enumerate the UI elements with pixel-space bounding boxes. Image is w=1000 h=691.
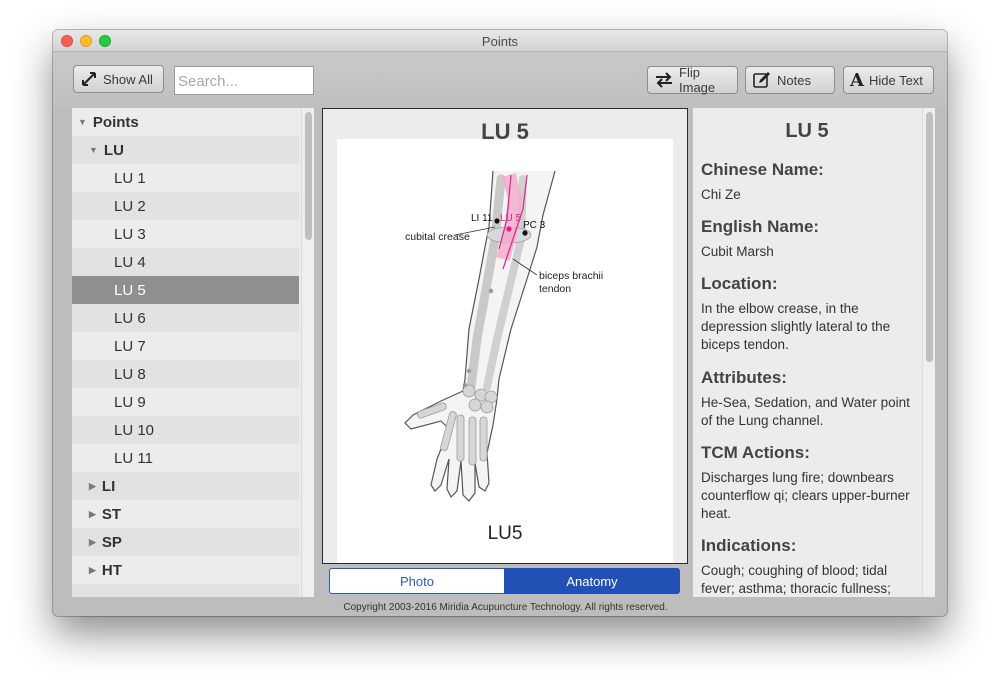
arm-anatomy-drawing: LI 11 LU 5 PC 3 cubital crease biceps br… [404,170,603,502]
illustration-caption: LU5 [487,523,523,544]
disclosure-closed-icon: ▶ [89,480,96,491]
list-item-lu2[interactable]: LU 2 [72,192,299,220]
flip-image-label: Flip Image [679,65,716,95]
disclosure-open-icon: ▼ [78,117,87,127]
show-all-label: Show All [103,71,153,87]
tree-group-label: LU [103,141,124,159]
heading-english-name: English Name: [701,217,820,236]
section-location: Location: In the elbow crease, in the de… [701,274,923,354]
list-item-label: LU 1 [114,169,146,187]
tree-group-label: HT [101,561,122,579]
list-item-label: LU 11 [114,449,153,467]
list-item-lu6[interactable]: LU 6 [72,304,299,332]
section-attributes: Attributes: He-Sea, Sedation, and Water … [701,368,923,430]
tree-group-st[interactable]: ▶ ST [72,500,299,528]
value-location: In the elbow crease, in the depression s… [701,301,891,352]
tree-group-label: LI [101,477,116,495]
disclosure-closed-icon: ▶ [89,508,96,519]
value-tcm-actions: Discharges lung fire; downbears counterf… [701,470,910,521]
tree-scrollbar[interactable] [301,108,314,597]
tree-group-sp[interactable]: ▶ SP [72,528,299,556]
value-english-name: Cubit Marsh [701,244,774,259]
label-li11: LI 11 [471,213,493,224]
notes-label: Notes [777,72,811,88]
scrollbar-thumb[interactable] [305,112,312,240]
tab-photo[interactable]: Photo [329,568,505,594]
expand-icon [82,72,96,86]
notes-button[interactable]: Notes [745,66,835,94]
list-item-lu3[interactable]: LU 3 [72,220,299,248]
app-window: Points Show All Search... Flip Image Not [53,30,947,616]
list-item-lu5-selected[interactable]: LU 5 [72,276,299,304]
list-item-lu7[interactable]: LU 7 [72,332,299,360]
value-indications: Cough; coughing of blood; tidal fever; a… [701,563,891,596]
list-item-label: LU 4 [114,253,146,271]
title-bar: Points [53,30,947,52]
section-chinese-name: Chinese Name: Chi Ze [701,160,923,204]
tree-root-label: Points [92,113,139,131]
list-item-label: LU 8 [114,365,146,383]
list-item-label: LU 5 [114,281,146,299]
heading-chinese-name: Chinese Name: [701,160,824,179]
disclosure-closed-icon: ▶ [89,564,96,575]
value-chinese-name: Chi Ze [701,187,741,202]
search-input[interactable]: Search... [174,66,314,95]
list-item-label: LU 3 [114,225,146,243]
toolbar: Show All Search... Flip Image Notes A Hi… [53,52,947,108]
value-attributes: He-Sea, Sedation, and Water point of the… [701,395,910,428]
heading-location: Location: [701,274,778,293]
list-item-label: LU 7 [114,337,146,355]
list-item-lu11[interactable]: LU 11 [72,444,299,472]
list-item-lu9[interactable]: LU 9 [72,388,299,416]
label-pc3: PC 3 [523,220,546,231]
text-a-icon: A [850,69,864,91]
heading-indications: Indications: [701,536,797,555]
list-item-label: LU 10 [114,421,155,439]
section-indications: Indications: Cough; coughing of blood; t… [701,536,923,597]
details-panel: LU 5 Chinese Name: Chi Ze English Name: … [693,108,935,597]
list-item-label: LU 6 [114,309,146,327]
edit-note-icon [753,72,770,88]
list-item-label: LU 2 [114,197,146,215]
list-item-lu8[interactable]: LU 8 [72,360,299,388]
tree-group-li[interactable]: ▶ LI [72,472,299,500]
details-scrollbar[interactable] [922,108,935,597]
show-all-button[interactable]: Show All [73,65,164,93]
list-item-lu10[interactable]: LU 10 [72,416,299,444]
list-item-lu4[interactable]: LU 4 [72,248,299,276]
label-biceps-1: biceps brachii [539,270,603,282]
heading-tcm-actions: TCM Actions: [701,443,810,462]
scrollbar-thumb[interactable] [926,112,933,362]
tree-group-ht[interactable]: ▶ HT [72,556,299,584]
disclosure-open-icon: ▼ [89,145,98,155]
label-cubital-crease: cubital crease [405,231,470,243]
tree-group-label: ST [101,505,122,523]
tab-anatomy[interactable]: Anatomy [504,568,680,594]
tree-group-label: SP [101,533,122,551]
list-item-lu1[interactable]: LU 1 [72,164,299,192]
heading-attributes: Attributes: [701,368,787,387]
section-english-name: English Name: Cubit Marsh [701,217,923,261]
image-panel: LU 5 LI 11 LU 5 PC 3 cubital crease bice… [322,108,688,564]
copyright-text: Copyright 2003-2016 Miridia Acupuncture … [343,602,668,613]
label-biceps-2: tendon [539,283,571,295]
list-item-label: LU 9 [114,393,146,411]
points-tree: ▼ Points ▼ LU LU 1 LU 2 LU 3 LU 4 LU 5 L… [72,108,314,597]
hide-text-label: Hide Text [868,72,923,88]
tree-group-lu[interactable]: ▼ LU [72,136,299,164]
tree-group-partial [72,584,299,597]
swap-arrows-icon [656,72,672,88]
window-title: Points [481,34,519,49]
anatomy-illustration: LI 11 LU 5 PC 3 cubital crease biceps br… [337,139,673,563]
flip-image-button[interactable]: Flip Image [647,65,738,95]
disclosure-closed-icon: ▶ [89,536,96,547]
hide-text-button[interactable]: A Hide Text [843,66,934,94]
section-tcm-actions: TCM Actions: Discharges lung fire; downb… [701,443,923,523]
tree-root-points[interactable]: ▼ Points [72,108,299,136]
label-lu5: LU 5 [500,213,522,224]
details-title: LU 5 [785,120,829,142]
